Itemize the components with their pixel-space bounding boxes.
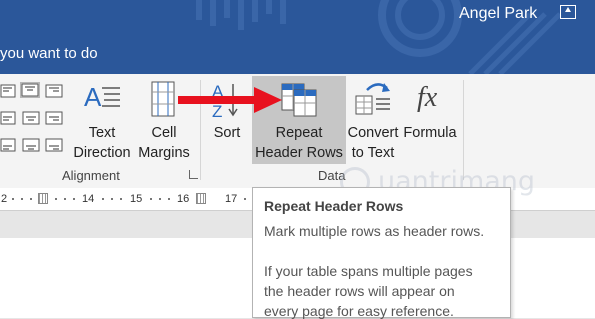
account-icon[interactable] <box>560 5 576 19</box>
ruler-tick <box>12 198 14 200</box>
ruler-tick <box>30 198 32 200</box>
ruler-number: 14 <box>82 193 95 205</box>
user-name[interactable]: Angel Park <box>459 5 537 23</box>
dialog-launcher-icon[interactable] <box>189 170 198 179</box>
ruler-column-marker[interactable] <box>196 193 206 204</box>
ruler-tick <box>21 198 23 200</box>
ruler-number: 16 <box>177 193 190 205</box>
convert-to-text-label-1: Convert <box>347 125 399 141</box>
group-label-alignment: Alignment <box>62 168 120 183</box>
cell-margins-label-2: Margins <box>138 145 190 161</box>
svg-text:A: A <box>84 82 102 112</box>
formula-icon: fx <box>417 82 438 113</box>
text-direction-label-1: Text <box>88 125 116 141</box>
sort-label: Sort <box>213 125 241 141</box>
ruler-tick <box>102 198 104 200</box>
align-middle-center-icon[interactable] <box>22 111 40 125</box>
align-top-left-icon[interactable] <box>0 84 18 98</box>
tooltip-line: every page for easy reference. <box>264 303 454 319</box>
repeat-header-rows-icon <box>281 83 317 117</box>
align-top-right-icon[interactable] <box>45 84 63 98</box>
ruler-tick <box>111 198 113 200</box>
align-middle-left-icon[interactable] <box>0 111 18 125</box>
text-direction-label-2: Direction <box>73 145 131 161</box>
group-separator-2 <box>463 80 464 180</box>
repeat-header-rows-label-1: Repeat <box>275 125 323 141</box>
text-direction-button[interactable]: A Text Direction <box>70 78 134 164</box>
tooltip-line: Mark multiple rows as header rows. <box>264 223 485 239</box>
red-arrow-annotation <box>178 87 282 113</box>
align-bottom-right-icon[interactable] <box>45 138 63 152</box>
ruler-tick <box>120 198 122 200</box>
repeat-header-rows-label-2: Header Rows <box>255 145 343 161</box>
ruler-tick <box>55 198 57 200</box>
ruler-number: 2 <box>1 193 8 205</box>
text-direction-icon: A <box>84 82 120 112</box>
ruler-number: 15 <box>130 193 143 205</box>
cell-margins-label-1: Cell <box>151 125 177 141</box>
ruler-column-marker[interactable] <box>38 193 48 204</box>
ruler-tick <box>159 198 161 200</box>
align-bottom-center-icon[interactable] <box>22 138 40 152</box>
formula-button[interactable]: fx Formula <box>401 78 459 164</box>
title-bar: Angel Park you want to do <box>0 0 595 74</box>
ruler-tick <box>150 198 152 200</box>
tooltip-title: Repeat Header Rows <box>264 198 404 214</box>
ruler-tick <box>73 198 75 200</box>
tooltip-line: If your table spans multiple pages <box>264 263 473 279</box>
tooltip-repeat-header-rows: Repeat Header Rows Mark multiple rows as… <box>252 187 511 319</box>
ruler-tick <box>244 198 246 200</box>
tooltip-line: the header rows will appear on <box>264 283 455 299</box>
align-top-center-icon[interactable] <box>20 82 40 98</box>
align-middle-right-icon[interactable] <box>45 111 63 125</box>
ruler-tick <box>64 198 66 200</box>
convert-to-text-icon <box>355 83 390 115</box>
convert-to-text-label-2: to Text <box>351 145 395 161</box>
ruler-number: 17 <box>225 193 238 205</box>
tell-me-search[interactable]: you want to do <box>0 45 98 62</box>
ruler-tick <box>168 198 170 200</box>
align-bottom-left-icon[interactable] <box>0 138 18 152</box>
convert-to-text-button[interactable]: Convert to Text <box>345 78 401 164</box>
formula-label: Formula <box>403 125 457 141</box>
cell-margins-icon <box>151 81 175 117</box>
